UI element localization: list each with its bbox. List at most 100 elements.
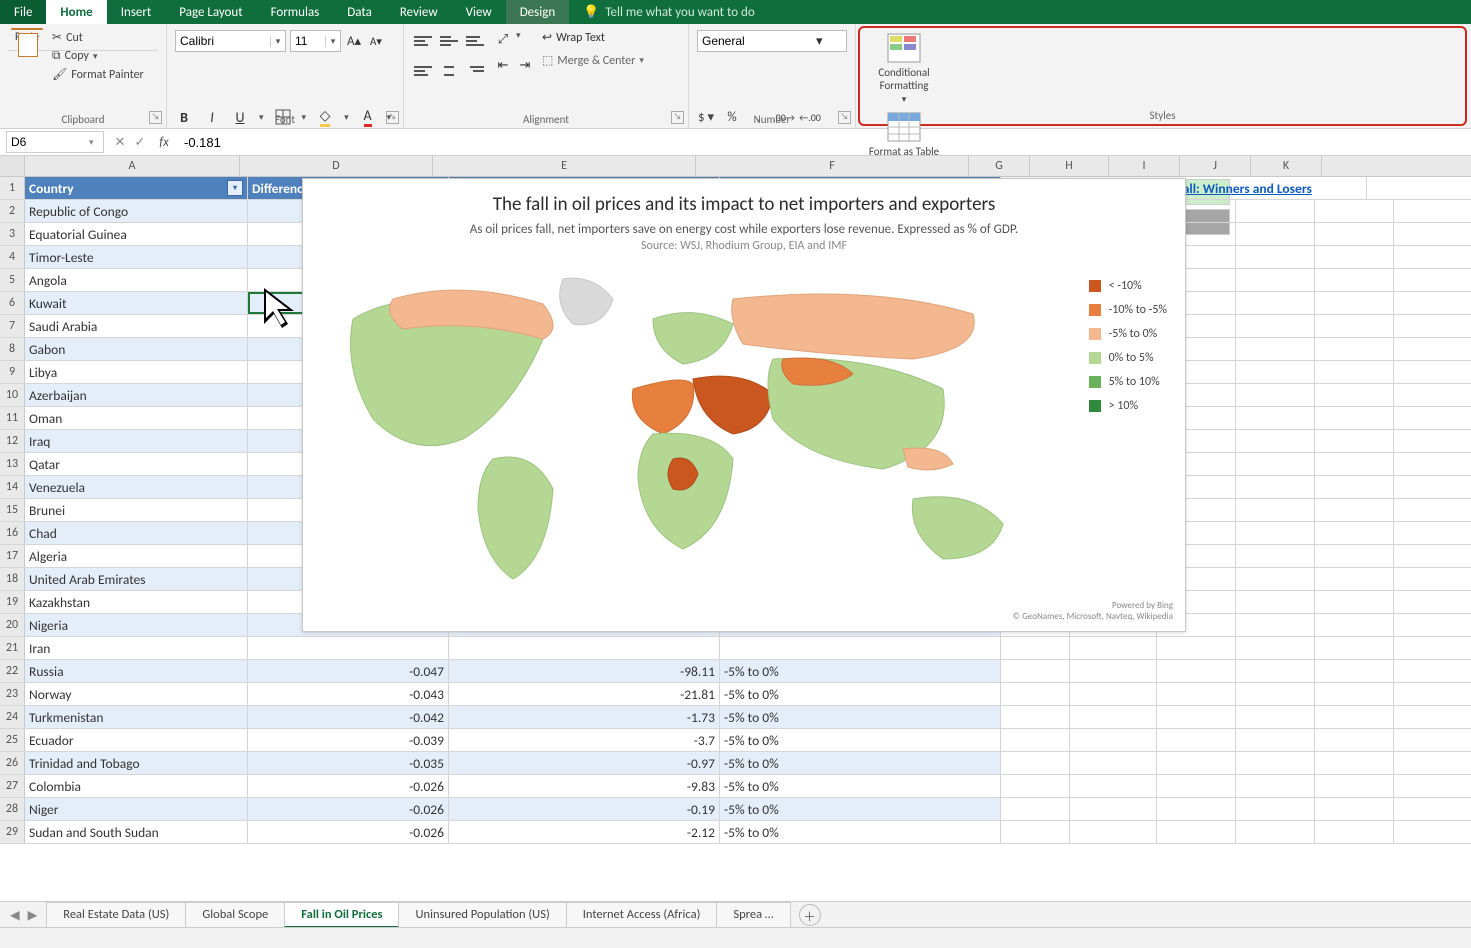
cell[interactable] xyxy=(1315,591,1394,613)
cell[interactable]: -9.83 xyxy=(449,775,720,797)
cell[interactable] xyxy=(1236,200,1315,222)
cell[interactable]: -0.026 xyxy=(248,821,449,843)
decrease-indent-button[interactable]: ⇤ xyxy=(494,56,512,74)
cell[interactable] xyxy=(1315,338,1394,360)
row-header[interactable]: 4 xyxy=(0,246,25,268)
worksheet-tab[interactable]: Sprea … xyxy=(716,902,790,928)
cell[interactable]: Angola xyxy=(25,269,248,291)
row-header[interactable]: 27 xyxy=(0,775,25,797)
worksheet-tab[interactable]: Fall in Oil Prices xyxy=(284,902,399,928)
cell[interactable] xyxy=(1236,614,1315,636)
new-sheet-button[interactable]: ＋ xyxy=(799,904,821,926)
row-header[interactable]: 26 xyxy=(0,752,25,774)
cell[interactable] xyxy=(1157,821,1236,843)
dialog-launcher-clipboard[interactable]: ↘ xyxy=(149,111,162,124)
cell[interactable]: Gabon xyxy=(25,338,248,360)
conditional-formatting-button[interactable]: Conditional Formatting▾ xyxy=(868,32,940,105)
row-header[interactable]: 20 xyxy=(0,614,25,636)
row-header[interactable]: 22 xyxy=(0,660,25,682)
wrap-text-button[interactable]: ↩Wrap Text xyxy=(542,30,644,45)
cell[interactable] xyxy=(1157,660,1236,682)
cell[interactable] xyxy=(1070,821,1157,843)
increase-indent-button[interactable]: ⇥ xyxy=(516,56,534,74)
row-header[interactable]: 21 xyxy=(0,637,25,659)
col-header-J[interactable]: J xyxy=(1180,156,1251,176)
paste-button[interactable]: Paste ▾ xyxy=(8,28,46,50)
copy-button[interactable]: ⧉Copy ▾ xyxy=(52,49,144,63)
cell[interactable]: -5% to 0% xyxy=(720,683,1001,705)
cell[interactable] xyxy=(1315,637,1394,659)
row-header[interactable]: 24 xyxy=(0,706,25,728)
cell[interactable]: Kuwait xyxy=(25,292,248,314)
row-header[interactable]: 8 xyxy=(0,338,25,360)
cell[interactable]: -2.12 xyxy=(449,821,720,843)
row-header[interactable]: 16 xyxy=(0,522,25,544)
cell[interactable] xyxy=(1315,361,1394,383)
cell[interactable] xyxy=(1315,522,1394,544)
cell[interactable]: Venezuela xyxy=(25,476,248,498)
cell[interactable]: -3.7 xyxy=(449,729,720,751)
align-left-button[interactable] xyxy=(412,60,434,82)
cell[interactable] xyxy=(1070,706,1157,728)
cell[interactable]: Saudi Arabia xyxy=(25,315,248,337)
cell[interactable] xyxy=(1070,683,1157,705)
cell[interactable] xyxy=(1001,798,1070,820)
cell[interactable] xyxy=(1236,407,1315,429)
cell[interactable] xyxy=(1001,775,1070,797)
chevron-down-icon[interactable]: ▾ xyxy=(85,137,98,148)
cell[interactable] xyxy=(1315,568,1394,590)
chevron-down-icon[interactable]: ▾ xyxy=(816,34,823,49)
align-top-button[interactable] xyxy=(412,30,434,52)
cell[interactable] xyxy=(1236,269,1315,291)
tab-nav-prev[interactable]: ◀ xyxy=(10,907,20,923)
cell[interactable]: Norway xyxy=(25,683,248,705)
row-header[interactable]: 29 xyxy=(0,821,25,843)
cell[interactable]: -5% to 0% xyxy=(720,752,1001,774)
cut-button[interactable]: ✂Cut xyxy=(52,30,144,45)
cell[interactable] xyxy=(1236,660,1315,682)
tab-page-layout[interactable]: Page Layout xyxy=(165,0,256,24)
worksheet-tab[interactable]: Real Estate Data (US) xyxy=(46,902,186,928)
cell[interactable]: Timor-Leste xyxy=(25,246,248,268)
row-header[interactable]: 3 xyxy=(0,223,25,245)
col-header-I[interactable]: I xyxy=(1109,156,1180,176)
cell[interactable] xyxy=(1236,522,1315,544)
row-header[interactable]: 10 xyxy=(0,384,25,406)
cell[interactable]: Ecuador xyxy=(25,729,248,751)
cell[interactable] xyxy=(248,637,449,659)
cell[interactable]: -0.039 xyxy=(248,729,449,751)
dialog-launcher-font[interactable]: ↘ xyxy=(386,111,399,124)
cell[interactable]: -0.97 xyxy=(449,752,720,774)
cell[interactable] xyxy=(1070,752,1157,774)
grow-font-button[interactable]: A▴ xyxy=(345,32,363,50)
row-header[interactable]: 13 xyxy=(0,453,25,475)
col-header-K[interactable]: K xyxy=(1251,156,1322,176)
cell[interactable]: -98.11 xyxy=(449,660,720,682)
cell[interactable] xyxy=(449,637,720,659)
row-header[interactable]: 23 xyxy=(0,683,25,705)
cell[interactable] xyxy=(1236,315,1315,337)
cell[interactable] xyxy=(1236,223,1315,245)
cell[interactable] xyxy=(1315,407,1394,429)
cell[interactable]: -0.19 xyxy=(449,798,720,820)
row-header[interactable]: 2 xyxy=(0,200,25,222)
cell[interactable] xyxy=(1157,798,1236,820)
cell[interactable] xyxy=(1236,683,1315,705)
cell[interactable] xyxy=(1236,453,1315,475)
col-header-D[interactable]: D xyxy=(240,156,433,176)
cell[interactable] xyxy=(1315,292,1394,314)
cell[interactable]: Niger xyxy=(25,798,248,820)
cell[interactable] xyxy=(1070,798,1157,820)
enter-formula-button[interactable]: ✓ xyxy=(130,135,150,150)
cell[interactable] xyxy=(1315,660,1394,682)
align-bottom-button[interactable] xyxy=(464,30,486,52)
cell[interactable]: -0.035 xyxy=(248,752,449,774)
cancel-formula-button[interactable]: ✕ xyxy=(110,135,130,150)
cell[interactable] xyxy=(1315,614,1394,636)
row-header[interactable]: 6 xyxy=(0,292,25,314)
cell[interactable]: -0.042 xyxy=(248,706,449,728)
cell[interactable]: -0.026 xyxy=(248,798,449,820)
cell[interactable] xyxy=(1315,821,1394,843)
cell[interactable]: -5% to 0% xyxy=(720,798,1001,820)
align-center-button[interactable] xyxy=(438,60,460,82)
